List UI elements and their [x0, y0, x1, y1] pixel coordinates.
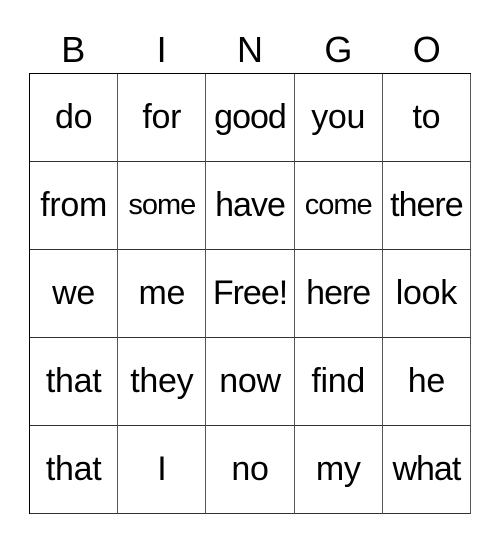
bingo-cell: look: [382, 250, 471, 338]
free-space-cell: Free!: [206, 250, 295, 338]
bingo-cell: do: [30, 74, 119, 162]
bingo-cell: me: [118, 250, 207, 338]
bingo-cell: that: [30, 338, 119, 426]
bingo-cell: no: [206, 426, 295, 514]
bingo-cell: some: [118, 162, 207, 250]
header-letter-b: B: [61, 29, 86, 70]
bingo-cell: what: [382, 426, 471, 514]
bingo-cell: for: [118, 74, 207, 162]
bingo-cell: you: [294, 74, 383, 162]
bingo-cell: have: [206, 162, 295, 250]
bingo-cell: they: [118, 338, 207, 426]
bingo-cell: he: [382, 338, 471, 426]
bingo-header: B I N G O: [29, 30, 471, 70]
bingo-grid: do for good you to from some have come t…: [29, 73, 471, 514]
bingo-cell: we: [30, 250, 119, 338]
bingo-cell: come: [294, 162, 383, 250]
bingo-cell: that: [30, 426, 119, 514]
bingo-cell: from: [30, 162, 119, 250]
bingo-cell: I: [118, 426, 207, 514]
header-letter-i: I: [156, 29, 167, 70]
bingo-cell: there: [382, 162, 471, 250]
header-letter-o: O: [412, 29, 441, 70]
bingo-cell: here: [294, 250, 383, 338]
header-letter-n: N: [236, 29, 263, 70]
bingo-cell: now: [206, 338, 295, 426]
bingo-cell: my: [294, 426, 383, 514]
bingo-cell: to: [382, 74, 471, 162]
header-letter-g: G: [324, 29, 353, 70]
bingo-cell: good: [206, 74, 295, 162]
bingo-cell: find: [294, 338, 383, 426]
